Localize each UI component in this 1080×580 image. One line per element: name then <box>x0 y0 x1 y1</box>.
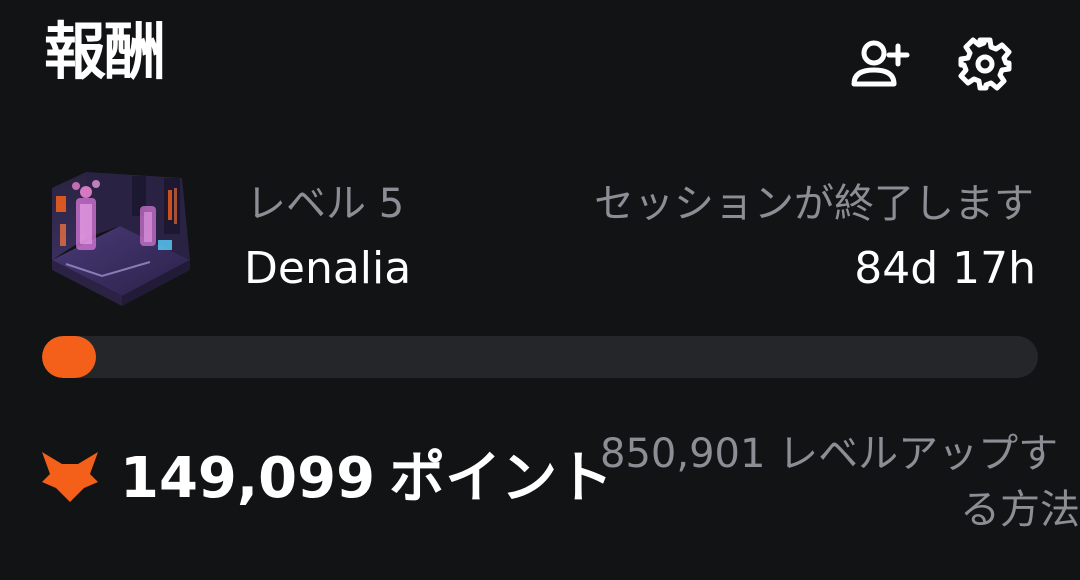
points-value: 149,099 <box>120 446 376 511</box>
level-number-label: レベル 5 <box>246 181 405 227</box>
level-illustration <box>46 168 196 310</box>
points-unit: ポイント <box>389 446 614 511</box>
settings-button[interactable] <box>954 36 1016 92</box>
add-user-icon <box>851 40 910 87</box>
points-balance: 149,099 ポイント <box>120 444 613 514</box>
level-name: Denalia <box>244 243 412 294</box>
gear-icon <box>958 37 1012 91</box>
session-time-remaining: 84d 17h <box>854 243 1036 294</box>
level-up-text-line1: 850,901 レベルアップす <box>600 431 1059 477</box>
level-progress-fill <box>42 336 96 378</box>
session-end-label: セッションが終了します <box>594 181 1034 227</box>
page-title: 報酬 <box>44 15 166 88</box>
add-friend-button[interactable] <box>848 36 910 92</box>
level-up-link[interactable]: 850,901 レベルアップす る方法 <box>600 426 1080 538</box>
fox-icon <box>42 452 98 502</box>
level-up-text-line2: る方法 <box>960 487 1080 533</box>
level-progress-bar <box>42 336 1038 378</box>
